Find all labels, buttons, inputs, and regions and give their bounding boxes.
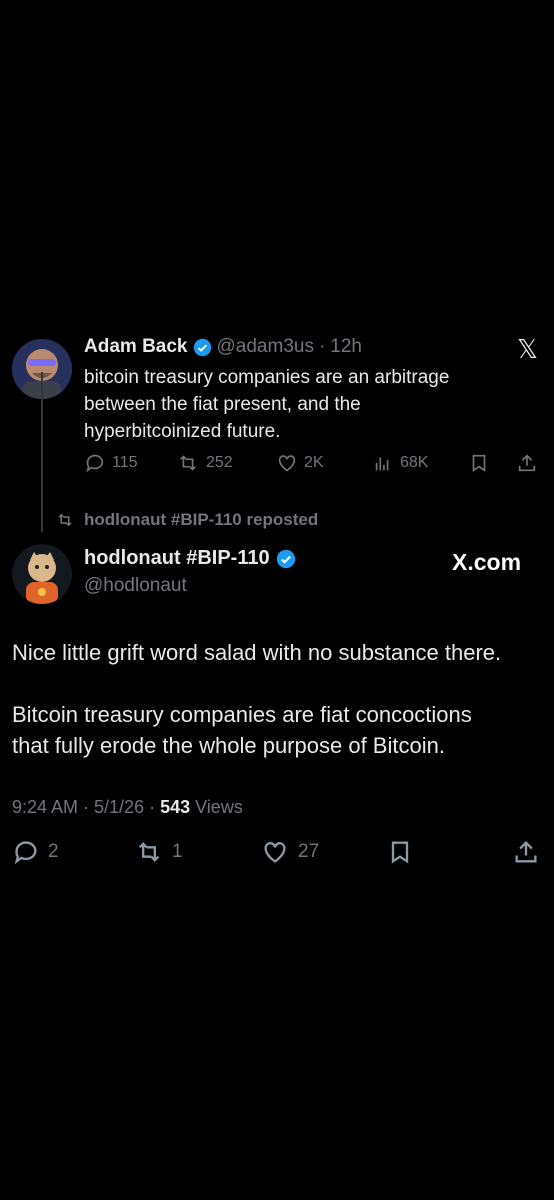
- quoted-text-line: between the fiat present, and the: [84, 394, 361, 415]
- views-chart-icon: [375, 457, 389, 471]
- quoted-like-button[interactable]: 2K: [276, 452, 324, 474]
- quoted-action-bar: 115 252 2K 68K: [84, 452, 544, 476]
- quoted-bookmark-button[interactable]: [468, 452, 490, 474]
- quoted-reply-count: 115: [112, 454, 138, 471]
- main-tweet-meta: 9:24 AM · 5/1/26 · 543 Views: [12, 797, 243, 818]
- quoted-reply-button[interactable]: 115: [84, 452, 138, 474]
- main-repost-button[interactable]: 1: [134, 838, 183, 866]
- thread-connector-line: [41, 372, 43, 532]
- quoted-author-handle[interactable]: @adam3us: [217, 336, 314, 358]
- quoted-like-count: 2K: [304, 454, 324, 471]
- quoted-separator: ·: [318, 336, 326, 357]
- quoted-repost-count: 252: [206, 454, 233, 471]
- xcom-watermark: X.com: [452, 549, 522, 575]
- share-icon: [515, 841, 537, 863]
- verified-badge-icon: [193, 338, 211, 356]
- main-share-button[interactable]: [512, 838, 540, 866]
- quoted-tweet-header: Adam Back @adam3us · 12h: [84, 336, 362, 358]
- x-logo-icon[interactable]: 𝕏: [517, 334, 538, 365]
- main-text-line: Bitcoin treasury companies are fiat conc…: [12, 702, 472, 727]
- main-tweet-header: hodlonaut #BIP-110: [84, 547, 296, 570]
- avatar-hodlonaut-image: [12, 544, 72, 604]
- main-bookmark-button[interactable]: [386, 838, 414, 866]
- main-timestamp[interactable]: 9:24 AM · 5/1/26 ·: [12, 797, 160, 817]
- main-action-bar: 2 1 27: [12, 838, 542, 868]
- main-reply-count: 2: [48, 841, 59, 862]
- heart-icon: [264, 842, 286, 863]
- quoted-tweet-text: bitcoin treasury companies are an arbitr…: [84, 364, 524, 445]
- heart-icon: [278, 455, 296, 472]
- repost-icon: [180, 455, 196, 471]
- main-tweet-text: Nice little grift word salad with no sub…: [12, 637, 548, 761]
- main-views-label: Views: [190, 797, 243, 817]
- repost-banner-icon: [58, 513, 72, 527]
- main-text-line: that fully erode the whole purpose of Bi…: [12, 733, 445, 758]
- avatar-hodlonaut[interactable]: [12, 544, 72, 604]
- bookmark-icon: [472, 454, 486, 472]
- main-reply-button[interactable]: 2: [12, 838, 59, 866]
- repost-banner[interactable]: hodlonaut #BIP-110 reposted: [54, 510, 318, 530]
- main-like-count: 27: [298, 841, 320, 862]
- quoted-views-button[interactable]: 68K: [372, 452, 428, 474]
- quoted-time[interactable]: 12h: [330, 336, 362, 358]
- main-author-handle[interactable]: @hodlonaut: [84, 575, 187, 597]
- quoted-author-name[interactable]: Adam Back: [84, 336, 188, 358]
- quoted-views-count: 68K: [400, 454, 429, 471]
- quoted-text-line: bitcoin treasury companies are an arbitr…: [84, 367, 450, 388]
- main-text-paragraph: Nice little grift word salad with no sub…: [12, 640, 502, 665]
- bookmark-icon: [391, 841, 409, 864]
- verified-badge-icon: [276, 549, 295, 568]
- repost-icon: [138, 842, 160, 862]
- main-author-name[interactable]: hodlonaut #BIP-110: [84, 547, 270, 570]
- main-views-count: 543: [160, 797, 191, 817]
- repost-banner-text: hodlonaut #BIP-110 reposted: [84, 510, 319, 529]
- quoted-text-line: hyperbitcoinized future.: [84, 421, 281, 442]
- quoted-share-button[interactable]: [516, 452, 538, 474]
- quoted-repost-button[interactable]: 252: [176, 452, 233, 474]
- reply-icon: [14, 841, 37, 865]
- main-repost-count: 1: [172, 841, 183, 862]
- reply-icon: [86, 454, 104, 473]
- share-icon: [518, 454, 536, 472]
- main-like-button[interactable]: 27: [260, 838, 319, 866]
